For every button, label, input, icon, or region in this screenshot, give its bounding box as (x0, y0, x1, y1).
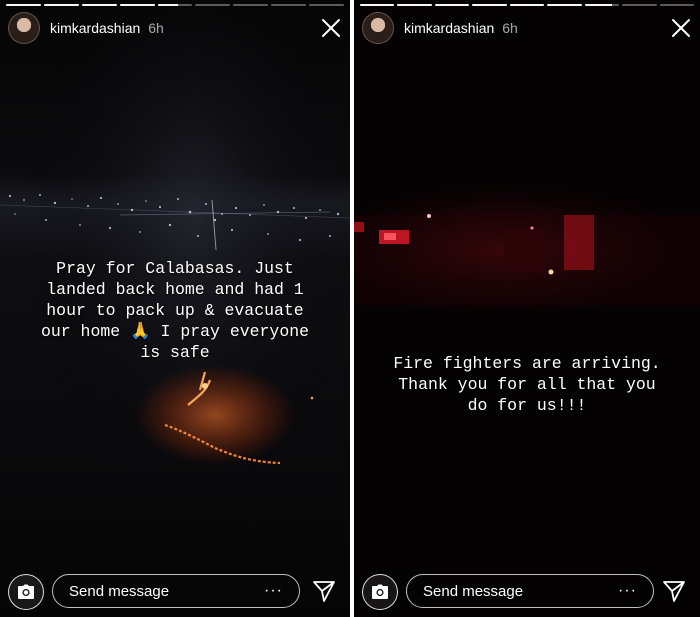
avatar[interactable] (362, 12, 394, 44)
username[interactable]: kimkardashian (404, 20, 494, 36)
progress-segment (547, 4, 582, 6)
progress-segment (119, 4, 155, 6)
camera-button[interactable] (8, 574, 44, 610)
avatar[interactable] (8, 12, 40, 44)
close-icon[interactable] (670, 17, 692, 39)
send-icon[interactable] (312, 579, 336, 603)
progress-segment (43, 4, 79, 6)
progress-segment (157, 4, 193, 6)
progress-segment (397, 4, 432, 6)
progress-segment (81, 4, 117, 6)
progress-segment (6, 4, 41, 6)
story-footer: Send message ··· (354, 567, 700, 617)
story-footer: Send message ··· (0, 567, 350, 617)
progress-segment (659, 4, 694, 6)
story-header: kimkardashian 6h (8, 12, 342, 44)
story-panel-left[interactable]: kimkardashian 6h Pray for Calabasas. Jus… (0, 0, 350, 617)
progress-segment (622, 4, 657, 6)
story-caption: Pray for Calabasas. Just landed back hom… (40, 259, 310, 362)
progress-segment (360, 4, 395, 6)
progress-segment (271, 4, 307, 6)
timestamp: 6h (502, 20, 518, 36)
send-message-placeholder: Send message (69, 582, 170, 600)
send-message-input[interactable]: Send message ··· (406, 574, 654, 608)
story-header: kimkardashian 6h (362, 12, 692, 44)
close-icon[interactable] (320, 17, 342, 39)
progress-segment (584, 4, 620, 6)
progress-segment (309, 4, 345, 6)
progress-segment (233, 4, 269, 6)
more-icon[interactable]: ··· (618, 582, 637, 600)
progress-segment (434, 4, 470, 6)
story-progress-bars (360, 4, 694, 6)
timestamp: 6h (148, 20, 164, 36)
progress-segment (195, 4, 231, 6)
progress-segment (509, 4, 545, 6)
story-panel-right[interactable]: kimkardashian 6h Fire fighters are arriv… (354, 0, 700, 617)
camera-icon (18, 584, 34, 599)
progress-segment (472, 4, 507, 6)
camera-button[interactable] (362, 574, 398, 610)
story-progress-bars (6, 4, 345, 6)
username[interactable]: kimkardashian (50, 20, 140, 36)
send-icon[interactable] (662, 579, 686, 603)
camera-icon (372, 584, 388, 599)
more-icon[interactable]: ··· (264, 582, 283, 600)
send-message-input[interactable]: Send message ··· (52, 574, 300, 608)
story-caption: Fire fighters are arriving. Thank you fo… (393, 354, 661, 415)
story-image-fire-trucks (354, 0, 700, 617)
send-message-placeholder: Send message (423, 582, 524, 600)
